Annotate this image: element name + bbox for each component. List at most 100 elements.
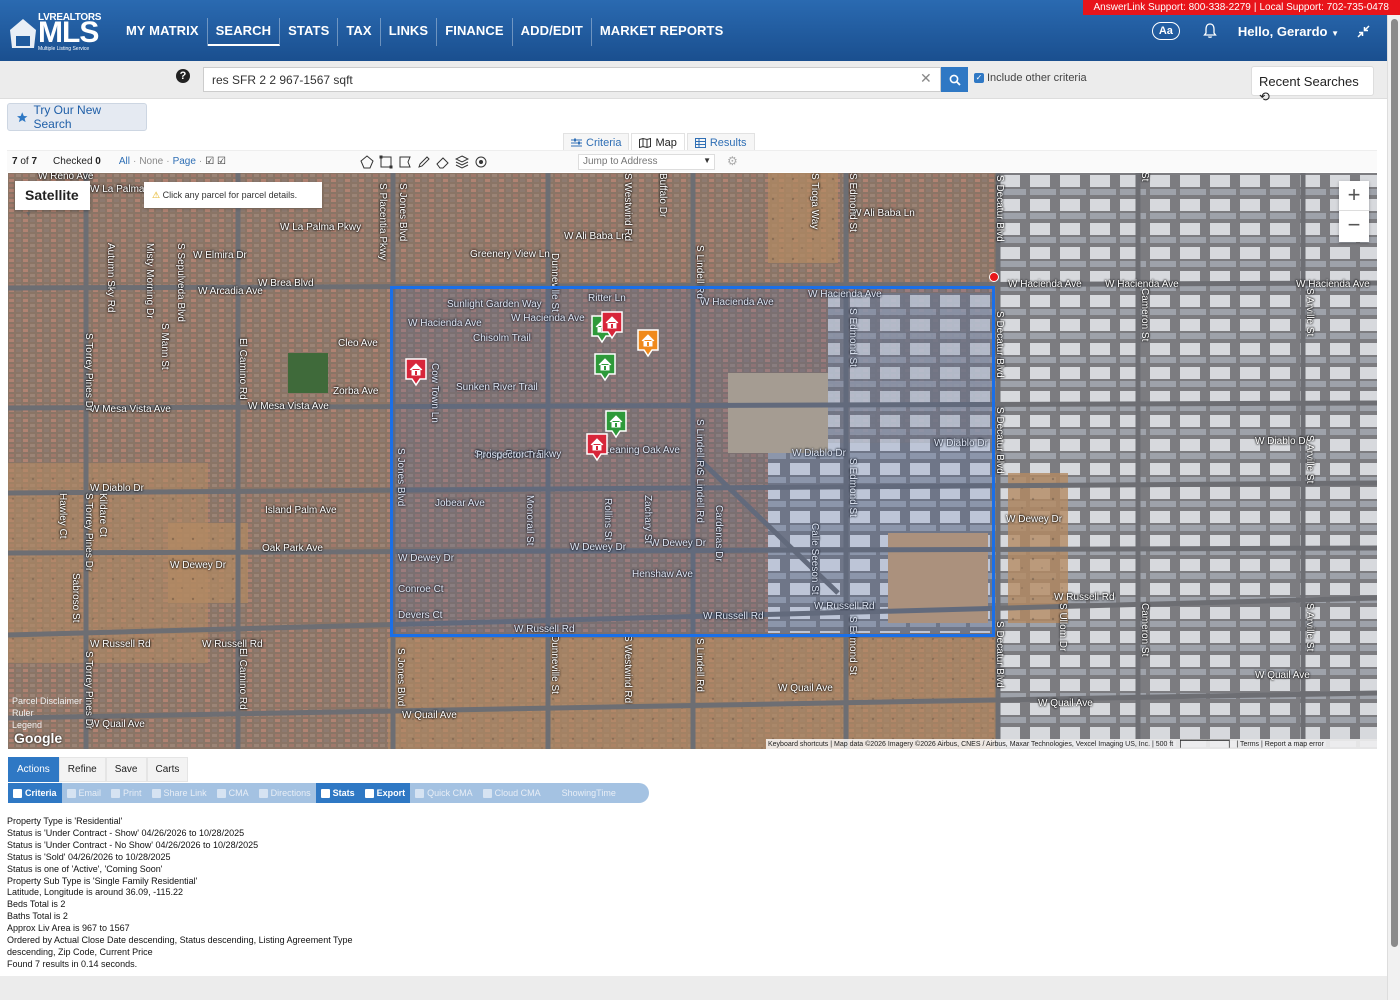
print-action[interactable]: Print: [106, 783, 147, 803]
directions-action-label: Directions: [270, 788, 311, 798]
nav-add-edit[interactable]: ADD/EDIT: [513, 18, 592, 46]
user-menu[interactable]: Hello, Gerardo ▼: [1238, 24, 1339, 39]
select-all-link[interactable]: All: [119, 156, 130, 167]
road-label: Zorba Ave: [333, 386, 379, 397]
gear-icon[interactable]: ⚙: [727, 154, 738, 168]
stats-action[interactable]: Stats: [315, 783, 360, 803]
include-other-criteria[interactable]: ✓ Include other criteria: [974, 72, 1087, 84]
select-none-link[interactable]: None: [139, 156, 163, 167]
email-action[interactable]: Email: [62, 783, 107, 803]
nav-stats[interactable]: STATS: [280, 18, 339, 46]
road-label: S Westwind Rd: [622, 635, 633, 704]
road-label: S Decatur Blvd: [994, 407, 1005, 474]
check-selected-icon[interactable]: ☑: [205, 156, 214, 167]
road-label: Island Palm Ave: [265, 505, 337, 516]
map-icon: [639, 138, 652, 148]
listing-pin-sold[interactable]: [600, 310, 624, 340]
clear-icon[interactable]: ✕: [920, 70, 932, 87]
map-canvas[interactable]: W Reno Ave W La Palma W La Palma Pkwy W …: [8, 173, 1377, 749]
cloud-cma-action[interactable]: Cloud CMA: [478, 783, 546, 803]
tab-carts[interactable]: Carts: [146, 757, 189, 782]
rectangle-tool-icon[interactable]: [376, 154, 395, 170]
tab-actions[interactable]: Actions: [8, 757, 59, 782]
collapse-icon[interactable]: [1357, 24, 1370, 38]
nav-tax[interactable]: TAX: [338, 18, 381, 46]
nav-my-matrix[interactable]: MY MATRIX: [118, 18, 208, 46]
text-size-button[interactable]: Aa: [1151, 22, 1180, 40]
pencil-icon[interactable]: [414, 154, 433, 170]
local-support: Local Support: 702-735-0478: [1259, 2, 1389, 13]
logo-main-text: MLS: [38, 16, 99, 49]
road-label: W Russell Rd: [1054, 592, 1115, 603]
showingtime-action[interactable]: ShowingTime: [546, 783, 621, 803]
mls-logo[interactable]: LVREALTORS MLS Multiple Listing Service: [8, 12, 101, 54]
road-label: W Elmira Dr: [193, 250, 247, 261]
scrollbar-thumb[interactable]: [1391, 19, 1398, 947]
share-link-action-label: Share Link: [163, 788, 207, 798]
warning-icon: ⚠: [152, 190, 161, 200]
drawn-search-area[interactable]: [390, 286, 995, 637]
bar-chart-icon: [320, 788, 330, 798]
criteria-line: Ordered by Actual Close Date descending,…: [7, 935, 353, 946]
nav-market-reports[interactable]: MARKET REPORTS: [592, 18, 731, 46]
cma-action[interactable]: CMA: [212, 783, 254, 803]
recent-searches-button[interactable]: Recent Searches ⟲: [1251, 66, 1374, 104]
map-attribution: Keyboard shortcuts | Map data ©2026 Imag…: [766, 739, 1377, 749]
criteria-action-label: Criteria: [25, 788, 57, 798]
road-label: S Decatur Blvd: [994, 621, 1005, 688]
criteria-action[interactable]: Criteria: [8, 783, 62, 803]
criteria-line: Property Sub Type is 'Single Family Resi…: [7, 875, 198, 886]
jump-placeholder: Jump to Address: [583, 156, 658, 167]
try-new-search-button[interactable]: Try Our New Search: [7, 103, 147, 131]
jump-to-address-input[interactable]: Jump to Address ▼: [578, 154, 715, 170]
listing-pin-active[interactable]: [593, 352, 617, 382]
dropdown-arrow-icon: ▼: [703, 156, 711, 165]
search-button[interactable]: [941, 67, 968, 92]
layers-icon[interactable]: [452, 154, 471, 170]
target-icon[interactable]: [471, 154, 490, 170]
share-link-action[interactable]: Share Link: [147, 783, 212, 803]
freeform-tool-icon[interactable]: [395, 154, 414, 170]
map-type-button[interactable]: Satellite ▼: [15, 181, 90, 218]
listing-pin-coming-soon[interactable]: [636, 328, 660, 358]
road-label: Hawley Ct: [57, 493, 68, 539]
criteria-summary: Property Type is 'Residential' Status is…: [7, 816, 353, 971]
listing-pin-sold[interactable]: [404, 357, 428, 387]
road-label: W Dewey Dr: [1006, 514, 1063, 525]
road-label: Dunneville St: [549, 635, 560, 694]
google-logo: Google: [14, 730, 63, 746]
eraser-icon[interactable]: [433, 154, 452, 170]
include-label: Include other criteria: [987, 72, 1087, 84]
nav-search[interactable]: SEARCH: [207, 18, 281, 46]
checkbox-checked-icon[interactable]: ✓: [974, 73, 984, 83]
action-bar: Criteria Email Print Share Link CMA Dire…: [8, 783, 649, 803]
help-icon[interactable]: ?: [176, 69, 190, 83]
result-count: 7 of 7: [12, 156, 37, 167]
ruler-link[interactable]: Ruler: [12, 707, 82, 719]
directions-action[interactable]: Directions: [254, 783, 316, 803]
polygon-tool-icon[interactable]: [357, 154, 376, 170]
nav-links[interactable]: LINKS: [381, 18, 438, 46]
export-action[interactable]: Export: [359, 783, 411, 803]
listing-pin-sold[interactable]: [585, 432, 609, 462]
page-scrollbar[interactable]: [1387, 15, 1400, 1000]
search-input[interactable]: res SFR 2 2 967-1567 sqft: [203, 67, 941, 92]
vertex-handle[interactable]: [989, 272, 999, 282]
showingtime-action-label: ShowingTime: [561, 788, 616, 798]
stats-action-label: Stats: [332, 788, 355, 798]
bell-icon[interactable]: [1202, 23, 1218, 39]
parcel-disclaimer-link[interactable]: Parcel Disclaimer: [12, 695, 82, 707]
map-toolbar: 7 of 7 Checked 0 All · None · Page · ☑ ☑ Ju…: [7, 150, 1377, 172]
tab-refine[interactable]: Refine: [58, 757, 106, 782]
star-icon: [17, 111, 28, 122]
zoom-in-button[interactable]: +: [1339, 181, 1369, 211]
tab-save[interactable]: Save: [105, 757, 147, 782]
quick-cma-action[interactable]: Quick CMA: [410, 783, 478, 803]
check-all-icon[interactable]: ☑: [217, 156, 226, 167]
select-page-link[interactable]: Page: [173, 156, 196, 167]
road-label: W Brea Blvd: [258, 278, 314, 289]
nav-finance[interactable]: FINANCE: [437, 18, 513, 46]
zoom-out-button[interactable]: −: [1339, 211, 1369, 241]
criteria-line: Status is 'Sold' 04/26/2026 to 10/28/202…: [7, 851, 171, 862]
road-label: El Camino Rd: [237, 648, 248, 710]
